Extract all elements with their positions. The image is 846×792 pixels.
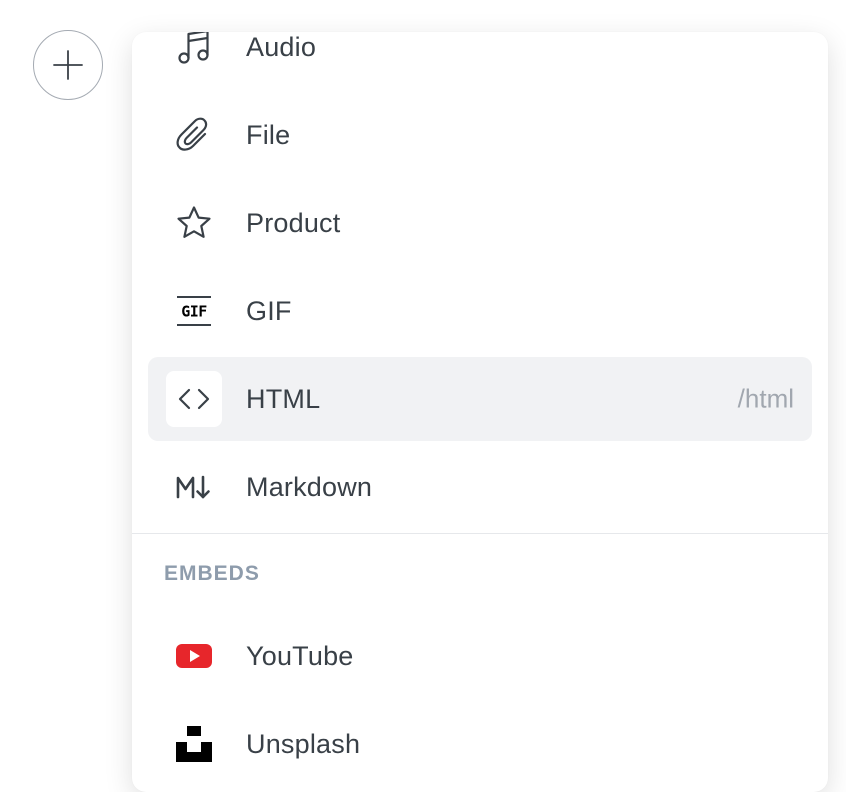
youtube-icon (166, 628, 222, 684)
menu-item-file[interactable]: File (148, 93, 812, 177)
menu-item-unsplash[interactable]: Unsplash (148, 702, 812, 786)
plus-icon (53, 50, 83, 80)
menu-item-label: File (246, 119, 291, 150)
menu-item-markdown[interactable]: Markdown (148, 445, 812, 529)
code-brackets-icon (166, 371, 222, 427)
menu-item-audio[interactable]: Audio (148, 32, 812, 89)
gif-icon: GIF (166, 283, 222, 339)
menu-item-label: Unsplash (246, 728, 361, 759)
add-card-button[interactable] (33, 30, 103, 100)
menu-item-label: GIF (246, 295, 292, 326)
card-menu: Audio File Product GIF GIF HTML /html Ma… (132, 32, 828, 792)
star-icon (166, 195, 222, 251)
paperclip-icon (166, 107, 222, 163)
menu-item-youtube[interactable]: YouTube (148, 614, 812, 698)
music-note-icon (166, 32, 222, 75)
menu-item-label: Markdown (246, 471, 373, 502)
menu-item-gif[interactable]: GIF GIF (148, 269, 812, 353)
menu-item-label: Product (246, 207, 341, 238)
gif-icon-text: GIF (181, 303, 207, 321)
menu-item-product[interactable]: Product (148, 181, 812, 265)
menu-item-label: YouTube (246, 640, 354, 671)
markdown-icon (166, 459, 222, 515)
menu-item-html[interactable]: HTML /html (148, 357, 812, 441)
menu-item-label: Audio (246, 32, 317, 62)
menu-item-shortcut: /html (737, 383, 794, 414)
embeds-section-title: EMBEDS (164, 562, 260, 585)
menu-item-label: HTML (246, 383, 321, 414)
